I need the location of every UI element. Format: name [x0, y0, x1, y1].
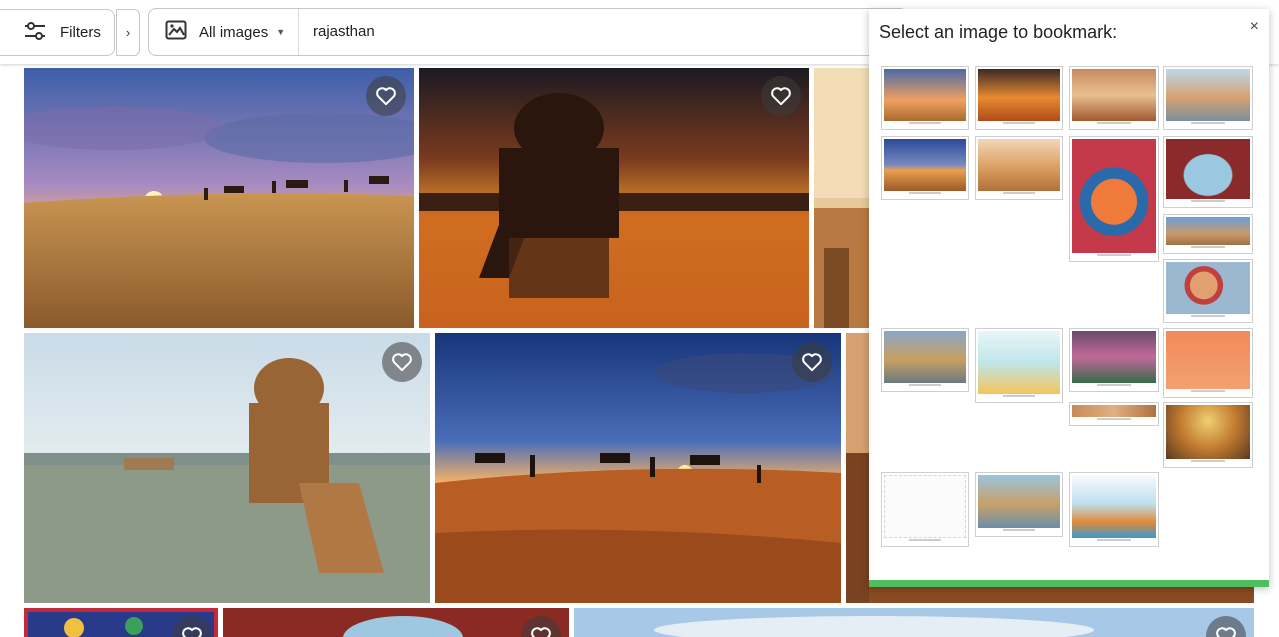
- filters-label: Filters: [60, 24, 101, 41]
- bookmark-thumbnail[interactable]: [1163, 402, 1253, 468]
- close-icon[interactable]: ×: [1250, 18, 1259, 36]
- bookmark-thumbnail[interactable]: [881, 328, 969, 392]
- page-root: { "toolbar": { "filters_label": "Filters…: [0, 0, 1279, 637]
- result-image[interactable]: [574, 608, 1254, 637]
- expand-filters-button[interactable]: ›: [116, 9, 140, 56]
- bookmark-thumbnail[interactable]: [881, 66, 969, 130]
- sliders-icon: [24, 21, 46, 44]
- bookmark-thumbnail[interactable]: [1069, 328, 1159, 392]
- bookmark-thumbnail[interactable]: [1069, 402, 1159, 426]
- heart-outline-icon: [1216, 627, 1236, 637]
- bookmark-thumbnail[interactable]: [1163, 136, 1253, 208]
- heart-outline-icon: [531, 627, 551, 637]
- heart-outline-icon: [392, 353, 412, 372]
- bookmark-thumbnail[interactable]: [1163, 66, 1253, 130]
- result-image[interactable]: [223, 608, 569, 637]
- camel-caravan-image: [435, 333, 841, 603]
- search-input[interactable]: [313, 9, 833, 55]
- bookmark-thumbnail[interactable]: [1163, 328, 1253, 398]
- result-image[interactable]: [24, 68, 414, 328]
- result-image[interactable]: [814, 68, 874, 328]
- chevron-down-icon: ▼: [276, 27, 286, 37]
- camels-sunset-image: [24, 68, 414, 328]
- bookmark-popup: Select an image to bookmark: ×: [869, 9, 1269, 587]
- bookmark-thumbnail[interactable]: [881, 472, 969, 547]
- image-type-select[interactable]: All images ▼: [149, 9, 299, 55]
- bookmark-thumbnail[interactable]: [975, 328, 1063, 403]
- image-type-label: All images: [199, 23, 269, 41]
- bookmark-thumbnail[interactable]: [1069, 136, 1159, 262]
- filters-button[interactable]: Filters: [0, 9, 115, 56]
- favorite-button[interactable]: [761, 76, 801, 116]
- lake-panorama-image: [574, 608, 1254, 637]
- chhatri-sunset-image: [419, 68, 809, 328]
- heart-outline-icon: [376, 87, 396, 106]
- bookmark-thumbnail[interactable]: [975, 136, 1063, 200]
- heart-outline-icon: [802, 353, 822, 372]
- bookmark-thumbnail[interactable]: [975, 66, 1063, 130]
- favorite-button[interactable]: [792, 342, 832, 382]
- palace-arch-image: [223, 608, 569, 637]
- bookmark-thumbnail[interactable]: [1069, 66, 1159, 130]
- result-image[interactable]: [419, 68, 809, 328]
- result-image[interactable]: [435, 333, 841, 603]
- bookmark-thumbnail[interactable]: [975, 472, 1063, 537]
- popup-accent-bar: [869, 580, 1269, 587]
- result-image: [869, 587, 1254, 603]
- bookmark-thumbnail[interactable]: [1069, 472, 1159, 547]
- bookmark-thumbnail[interactable]: [1163, 259, 1253, 323]
- favorite-button[interactable]: [366, 76, 406, 116]
- chhatri-day-image: [24, 333, 430, 603]
- bookmark-thumbnail[interactable]: [1163, 214, 1253, 254]
- heart-outline-icon: [182, 627, 202, 637]
- popup-title: Select an image to bookmark:: [879, 22, 1118, 42]
- heart-outline-icon: [771, 87, 791, 106]
- favorite-button[interactable]: [382, 342, 422, 382]
- image-icon: [165, 20, 187, 44]
- fort-wall-image: [814, 68, 874, 328]
- bookmark-thumbnail[interactable]: [881, 136, 969, 200]
- result-image[interactable]: [24, 333, 430, 603]
- chevron-right-icon: ›: [125, 25, 131, 40]
- search-box: All images ▼: [148, 8, 908, 56]
- result-image[interactable]: [24, 608, 218, 637]
